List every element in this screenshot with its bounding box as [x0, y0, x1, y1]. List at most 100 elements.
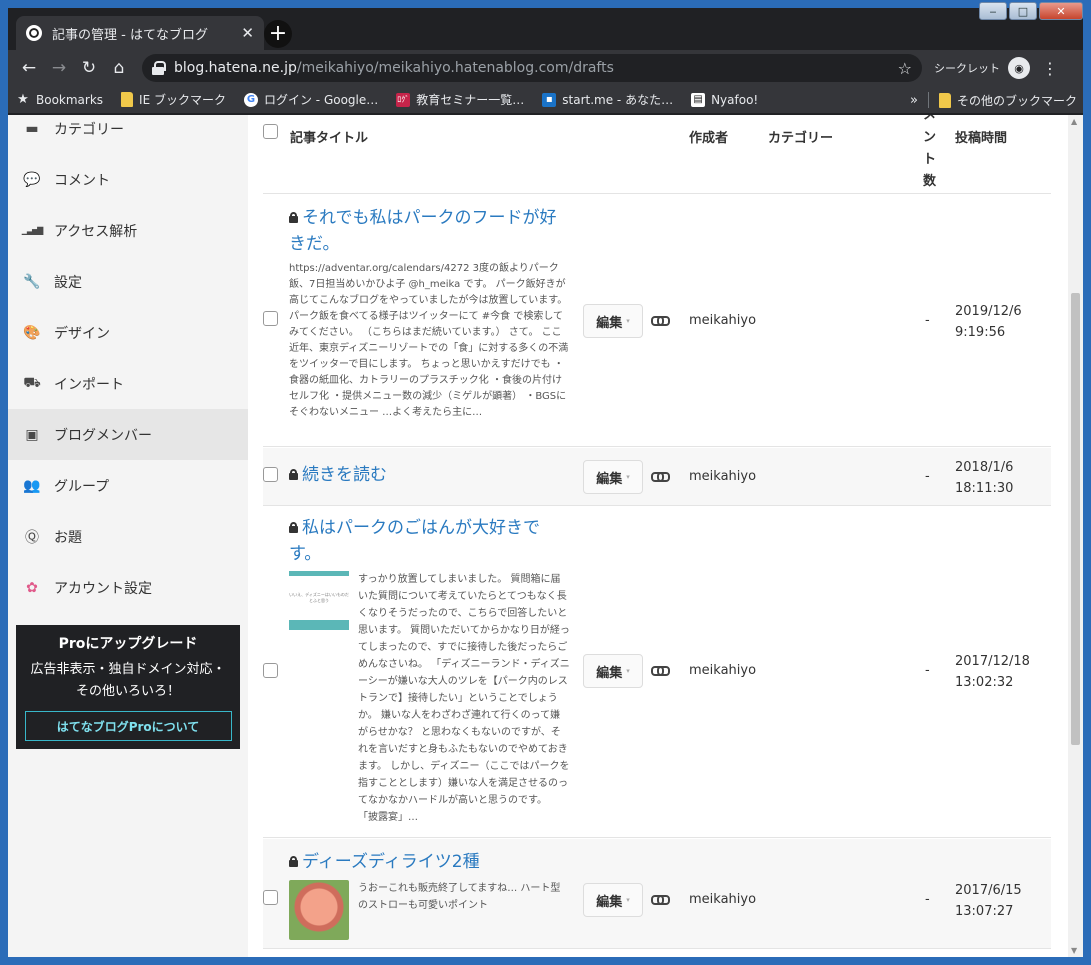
nyafoo-icon: ▤	[691, 92, 706, 107]
edit-label: 編集	[596, 315, 623, 331]
entry-title: 続きを読む	[302, 465, 387, 485]
new-tab-button[interactable]: +	[264, 20, 292, 48]
bookmark-item[interactable]: ★ Bookmarks	[16, 92, 103, 107]
edit-button[interactable]: 編集 ▾	[583, 304, 643, 338]
edit-button[interactable]: 編集 ▾	[583, 654, 643, 688]
chart-icon: ▁▃▅▇	[21, 226, 44, 235]
lock-icon	[289, 212, 298, 223]
sidebar-item-settings[interactable]: 🔧 設定	[8, 256, 248, 307]
entry-date-time: 18:11:30	[955, 481, 1014, 496]
bookmark-item[interactable]: ▤ Nyafoo!	[691, 92, 758, 107]
bookmark-item[interactable]: ▪ start.me - あなた…	[542, 91, 673, 108]
row-checkbox[interactable]	[263, 467, 278, 482]
scrollbar-thumb[interactable]	[1071, 293, 1080, 745]
table-row: 続きを読む 編集 ▾ meikahiyo - 2018/1/6 18:11:30	[263, 448, 1051, 506]
seminar-icon: ﾛｸﾞ	[396, 92, 411, 107]
home-icon[interactable]: ⌂	[104, 53, 134, 83]
sidebar-item-comment[interactable]: 💬 コメント	[8, 154, 248, 205]
folder-icon	[121, 92, 134, 107]
chrome-frame: 記事の管理 - はてなブログ ✕ + ← → ↻ ⌂ blog.hatena.n…	[8, 8, 1083, 957]
entry-comments: -	[925, 663, 930, 678]
sidebar-item-access[interactable]: ▁▃▅▇ アクセス解析	[8, 205, 248, 256]
sidebar-item-label: コメント	[54, 172, 110, 189]
browser-window: ‒ □ ✕ 記事の管理 - はてなブログ ✕ + ← → ↻ ⌂ blog.ha…	[0, 0, 1091, 965]
entry-title-link[interactable]: ディーズディライツ2種	[289, 849, 480, 875]
link-icon[interactable]	[651, 471, 670, 482]
sidebar-item-members[interactable]: ▣ ブログメンバー	[8, 409, 248, 460]
more-bookmarks-icon[interactable]: »	[910, 93, 918, 108]
back-icon[interactable]: ←	[14, 53, 44, 83]
edit-button[interactable]: 編集 ▾	[583, 460, 643, 494]
link-icon[interactable]	[651, 665, 670, 676]
folder-icon: ▬	[25, 120, 39, 137]
entry-title-link[interactable]: 私はパークのごはんが大好きです。	[289, 515, 559, 567]
maximize-button[interactable]: □	[1009, 2, 1037, 20]
reload-icon[interactable]: ↻	[74, 53, 104, 83]
menu-icon[interactable]: ⋮	[1042, 59, 1058, 78]
link-icon[interactable]	[651, 315, 670, 326]
account-icon: ✿	[26, 579, 38, 596]
sidebar-item-label: インポート	[54, 376, 124, 393]
entry-title-link[interactable]: 続きを読む	[289, 462, 387, 488]
bookmark-star-icon[interactable]: ☆	[898, 59, 912, 78]
tab-close-icon[interactable]: ✕	[241, 24, 254, 42]
sidebar-item-label: カテゴリー	[54, 121, 124, 138]
page-scrollbar[interactable]: ▲ ▼	[1068, 115, 1083, 957]
caret-down-icon: ▾	[626, 473, 630, 481]
row-checkbox[interactable]	[263, 663, 278, 678]
sidebar-item-group[interactable]: 👥 グループ	[8, 460, 248, 511]
scroll-up-icon[interactable]: ▲	[1071, 117, 1077, 126]
bookmarks-right: » その他のブックマーク	[910, 86, 1077, 114]
lock-icon	[289, 469, 298, 480]
table-row: ディーズディライツ2種 うおーこれも販売終了してますね… ハート型のストローも可…	[263, 839, 1051, 949]
caret-down-icon: ▾	[626, 317, 630, 325]
url-host: blog.hatena.ne.jp	[174, 60, 297, 76]
entry-author: meikahiyo	[689, 663, 757, 678]
header-date: 投稿時間	[955, 131, 1008, 146]
bookmark-label: ログイン - Google…	[263, 93, 379, 107]
bookmark-item[interactable]: G ログイン - Google…	[243, 91, 379, 108]
edit-label: 編集	[596, 894, 623, 910]
lock-icon[interactable]	[152, 61, 166, 75]
wrench-icon: 🔧	[23, 273, 41, 290]
header-comments: メント数	[923, 115, 937, 189]
bookmark-label: その他のブックマーク	[956, 93, 1077, 108]
sidebar-item-odai[interactable]: Ⓠ お題	[8, 511, 248, 562]
forward-icon[interactable]: →	[44, 53, 74, 83]
edit-button[interactable]: 編集 ▾	[583, 883, 643, 917]
minimize-button[interactable]: ‒	[979, 2, 1007, 20]
incognito-label: シークレット	[934, 62, 1000, 75]
address-bar[interactable]: blog.hatena.ne.jp /meikahiyo/meikahiyo.h…	[142, 54, 922, 82]
window-controls: ‒ □ ✕	[979, 2, 1083, 20]
tab-active[interactable]: 記事の管理 - はてなブログ ✕	[16, 16, 264, 50]
sidebar-item-design[interactable]: 🎨 デザイン	[8, 307, 248, 358]
sidebar-item-label: デザイン	[54, 325, 110, 342]
pro-description: 広告非表示・独自ドメイン対応・その他いろいろ！	[30, 662, 226, 699]
close-window-button[interactable]: ✕	[1039, 2, 1083, 20]
select-all-checkbox[interactable]	[263, 124, 278, 139]
incognito-indicator[interactable]: シークレット ◉	[934, 57, 1030, 79]
thumbnail-text: いいえ、ディズニーはいいものだとふと思う	[289, 592, 349, 603]
entry-title: 私はパークのごはんが大好きです。	[289, 518, 540, 564]
row-checkbox[interactable]	[263, 890, 278, 905]
comment-icon: 💬	[23, 171, 41, 188]
sidebar-item-account[interactable]: ✿ アカウント設定	[8, 562, 248, 613]
other-bookmarks[interactable]: その他のブックマーク	[938, 92, 1077, 109]
sidebar-item-label: アカウント設定	[54, 580, 152, 597]
sidebar: ▬ カテゴリー 💬 コメント ▁▃▅▇ アクセス解析 🔧 設定 🎨 デザイン ⛟…	[8, 115, 248, 945]
sidebar-item-import[interactable]: ⛟ インポート	[8, 358, 248, 409]
entry-date-day: 2019/12/6	[955, 304, 1022, 319]
scroll-down-icon[interactable]: ▼	[1071, 946, 1077, 955]
bookmark-item[interactable]: ﾛｸﾞ 教育セミナー一覧…	[396, 91, 524, 108]
row-checkbox[interactable]	[263, 311, 278, 326]
link-icon[interactable]	[651, 894, 670, 905]
group-icon: 👥	[23, 477, 41, 494]
table-row: それでも私はパークのフードが好きだ。 https://adventar.org/…	[263, 195, 1051, 447]
bookmark-item[interactable]: IE ブックマーク	[121, 91, 226, 108]
sidebar-item-category[interactable]: ▬ カテゴリー	[8, 115, 248, 154]
odai-icon: Ⓠ	[25, 529, 39, 546]
lock-icon	[289, 856, 298, 867]
url-path: /meikahiyo/meikahiyo.hatenablog.com/draf…	[296, 60, 614, 76]
entry-title-link[interactable]: それでも私はパークのフードが好きだ。	[289, 205, 559, 257]
pro-about-button[interactable]: はてなブログProについて	[24, 711, 232, 741]
